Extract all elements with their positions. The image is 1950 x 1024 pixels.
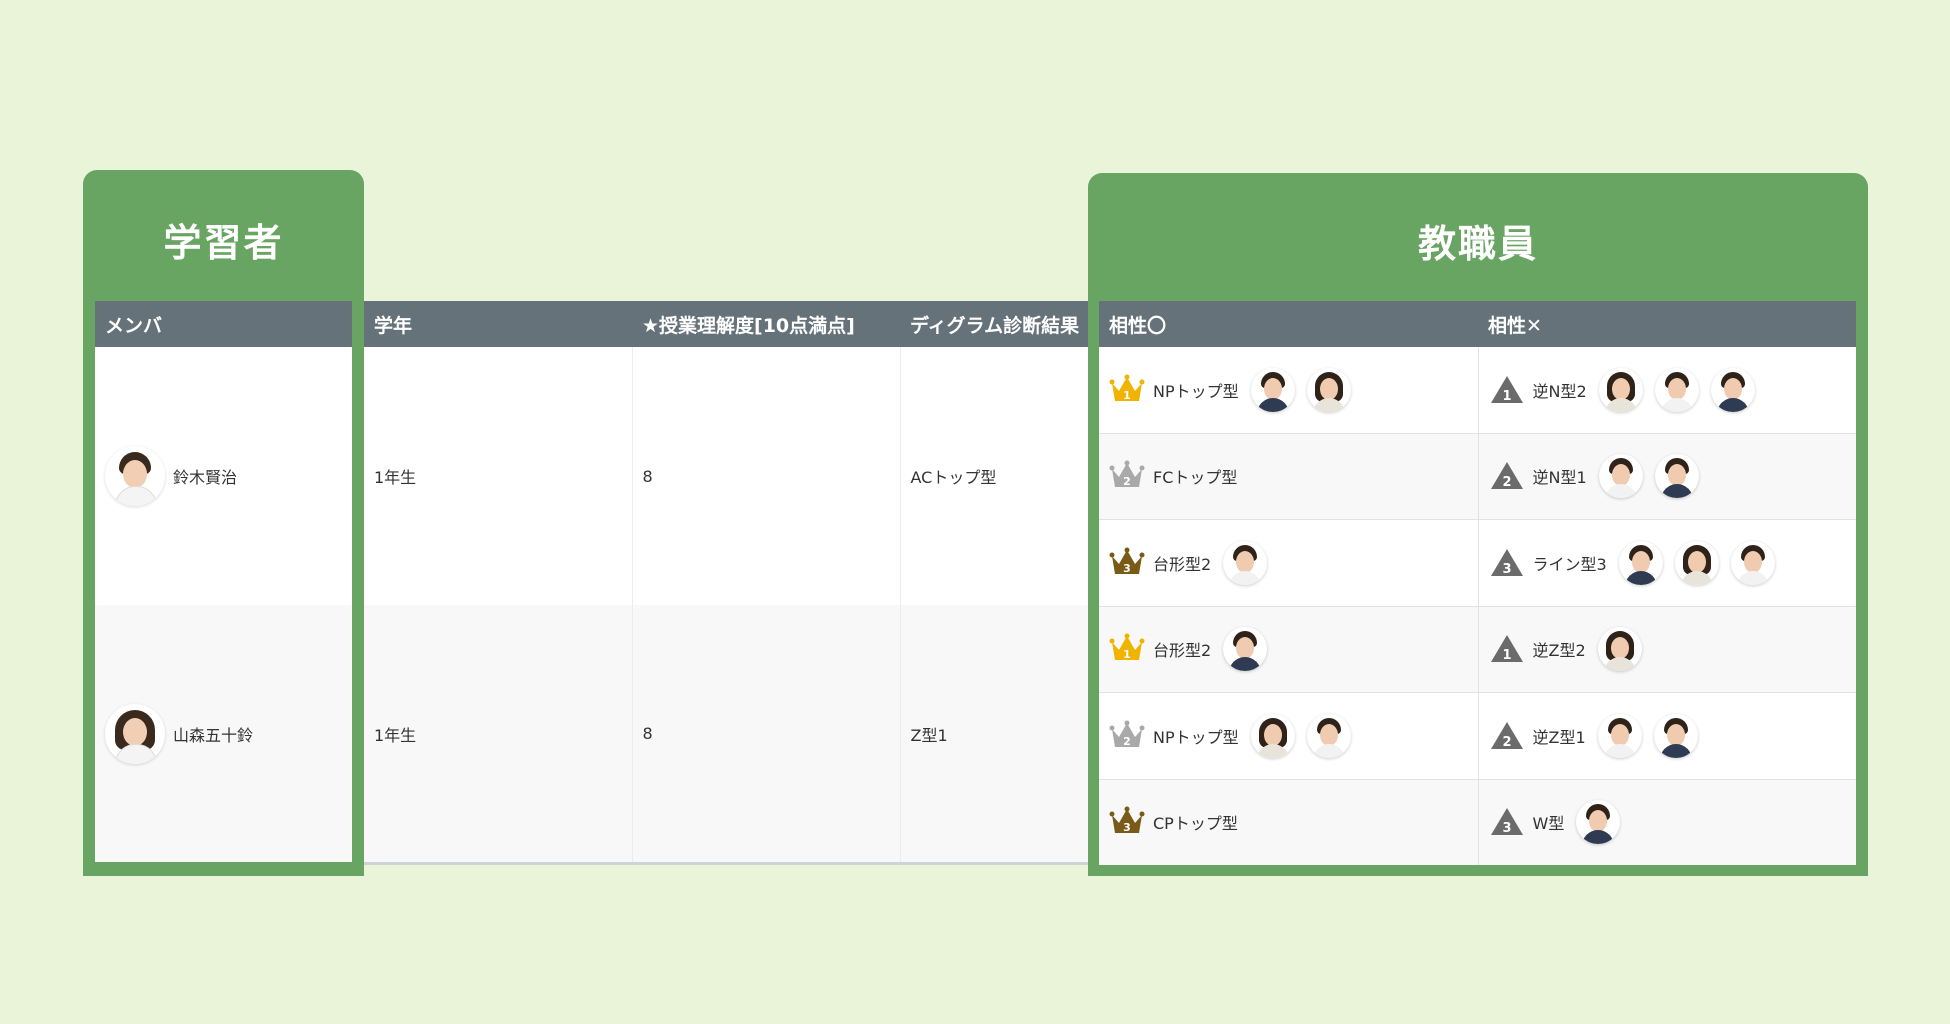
member-cell[interactable]: 鈴木賢治	[95, 347, 352, 605]
staff-avatar[interactable]	[1250, 713, 1295, 758]
staff-avatar[interactable]	[1597, 627, 1642, 672]
type-label: ライン型3	[1532, 554, 1607, 574]
staff-avatar[interactable]	[1618, 540, 1663, 585]
type-label: W型	[1532, 814, 1565, 834]
grade-cell: 1年生	[364, 605, 633, 864]
good-compat-cell[interactable]: 2 FCトップ型	[1099, 432, 1479, 520]
staff-avatar[interactable]	[1306, 713, 1351, 758]
staff-avatar[interactable]	[1598, 367, 1643, 412]
member-table: メンバ 鈴木賢治 山森五十鈴	[95, 301, 352, 862]
good-compat-cell[interactable]: 2 NPトップ型	[1099, 692, 1479, 779]
member-avatar	[105, 703, 165, 764]
bad-compat-cell[interactable]: 3 W型	[1478, 778, 1856, 865]
result-column-header: ディグラム診断結果	[900, 301, 1088, 347]
warning-triangle-icon: 2	[1490, 721, 1523, 750]
member-name: 山森五十鈴	[173, 725, 254, 745]
type-label: NPトップ型	[1153, 727, 1239, 747]
type-label: 逆N型1	[1532, 468, 1587, 488]
good-compat-cell[interactable]: 1 NPトップ型	[1099, 347, 1479, 433]
type-label: NPトップ型	[1153, 381, 1239, 401]
bad-compat-cell[interactable]: 2 逆Z型1	[1478, 692, 1856, 779]
table-row[interactable]: 1 台形型2 1 逆Z型2	[1099, 605, 1856, 693]
table-row[interactable]: 1年生 8 Z型1	[364, 605, 1088, 864]
good-compat-header: 相性〇	[1099, 301, 1478, 347]
good-compat-cell[interactable]: 1 台形型2	[1099, 605, 1479, 693]
svg-text:3: 3	[1123, 821, 1131, 834]
staff-avatar[interactable]	[1597, 713, 1642, 758]
staff-avatar[interactable]	[1576, 800, 1621, 845]
result-cell: ACトップ型	[900, 347, 1088, 605]
staff-panel-title: 教職員	[1417, 222, 1538, 266]
crown-icon: 1	[1109, 374, 1145, 402]
svg-text:1: 1	[1123, 389, 1131, 402]
svg-text:3: 3	[1123, 562, 1131, 575]
compatibility-table: 相性〇 相性✕ 1 NPトップ型 1 逆N型2 2 FCトップ型 2 逆N型1 3 台形型2 3 ライ…	[1099, 301, 1856, 865]
table-row[interactable]: 2 FCトップ型 2 逆N型1	[1099, 432, 1856, 520]
member-column-header: メンバ	[95, 301, 352, 347]
crown-icon: 2	[1109, 720, 1145, 748]
bad-compat-cell[interactable]: 3 ライン型3	[1478, 519, 1856, 606]
svg-text:2: 2	[1502, 475, 1511, 490]
svg-text:1: 1	[1502, 389, 1511, 404]
type-label: 逆Z型2	[1532, 641, 1586, 661]
type-label: 逆N型2	[1532, 381, 1587, 401]
member-name: 鈴木賢治	[173, 468, 238, 487]
crown-icon: 3	[1109, 806, 1145, 834]
score-cell: 8	[632, 605, 901, 864]
table-row[interactable]: 1 NPトップ型 1 逆N型2	[1099, 347, 1856, 433]
result-cell: Z型1	[900, 605, 1088, 864]
crown-icon: 3	[1109, 547, 1145, 575]
warning-triangle-icon: 3	[1490, 548, 1523, 577]
grade-column-header: 学年	[364, 301, 632, 347]
learner-panel-title: 学習者	[163, 221, 284, 265]
score-cell: 8	[632, 347, 901, 605]
svg-text:3: 3	[1502, 562, 1511, 577]
svg-text:1: 1	[1502, 648, 1511, 663]
score-column-header: ★授業理解度[10点満点]	[632, 301, 900, 347]
svg-text:2: 2	[1123, 475, 1131, 488]
table-row[interactable]: 3 CPトップ型 3 W型	[1099, 778, 1856, 865]
type-label: 台形型2	[1153, 554, 1212, 574]
bad-compat-cell[interactable]: 1 逆Z型2	[1478, 605, 1856, 693]
staff-avatar[interactable]	[1654, 367, 1699, 412]
type-label: 逆Z型1	[1532, 727, 1586, 747]
staff-avatar[interactable]	[1306, 367, 1351, 412]
staff-avatar[interactable]	[1653, 713, 1698, 758]
table-row[interactable]: 1年生 8 ACトップ型	[364, 347, 1088, 605]
results-table: 学年 ★授業理解度[10点満点] ディグラム診断結果 1年生 8 ACトップ型 …	[364, 301, 1088, 865]
table-row[interactable]: 山森五十鈴	[95, 605, 352, 862]
svg-text:2: 2	[1502, 735, 1511, 750]
warning-triangle-icon: 1	[1490, 375, 1523, 404]
good-compat-cell[interactable]: 3 台形型2	[1099, 519, 1479, 606]
svg-text:3: 3	[1502, 821, 1511, 836]
crown-icon: 1	[1109, 633, 1145, 661]
crown-icon: 2	[1109, 460, 1145, 488]
member-avatar	[105, 446, 165, 506]
staff-avatar[interactable]	[1250, 367, 1295, 412]
good-compat-cell[interactable]: 3 CPトップ型	[1099, 778, 1479, 865]
staff-avatar[interactable]	[1654, 454, 1699, 499]
grade-cell: 1年生	[364, 347, 633, 605]
warning-triangle-icon: 3	[1490, 808, 1523, 836]
staff-avatar[interactable]	[1710, 367, 1755, 412]
warning-triangle-icon: 2	[1490, 462, 1523, 490]
warning-triangle-icon: 1	[1490, 635, 1523, 663]
table-row[interactable]: 鈴木賢治	[95, 347, 352, 605]
table-row[interactable]: 3 台形型2 3 ライン型3	[1099, 519, 1856, 606]
table-row[interactable]: 2 NPトップ型 2 逆Z型1	[1099, 692, 1856, 779]
svg-text:2: 2	[1123, 735, 1131, 748]
bad-compat-cell[interactable]: 2 逆N型1	[1478, 432, 1856, 520]
svg-text:1: 1	[1123, 648, 1131, 661]
member-cell[interactable]: 山森五十鈴	[95, 605, 352, 862]
type-label: FCトップ型	[1153, 468, 1238, 488]
staff-avatar[interactable]	[1598, 454, 1643, 499]
staff-avatar[interactable]	[1223, 540, 1268, 585]
type-label: 台形型2	[1153, 641, 1212, 661]
bad-compat-header: 相性✕	[1478, 301, 1856, 347]
bad-compat-cell[interactable]: 1 逆N型2	[1478, 347, 1856, 433]
staff-avatar[interactable]	[1730, 540, 1775, 585]
type-label: CPトップ型	[1153, 814, 1238, 834]
staff-avatar[interactable]	[1674, 540, 1719, 585]
staff-avatar[interactable]	[1223, 627, 1268, 672]
